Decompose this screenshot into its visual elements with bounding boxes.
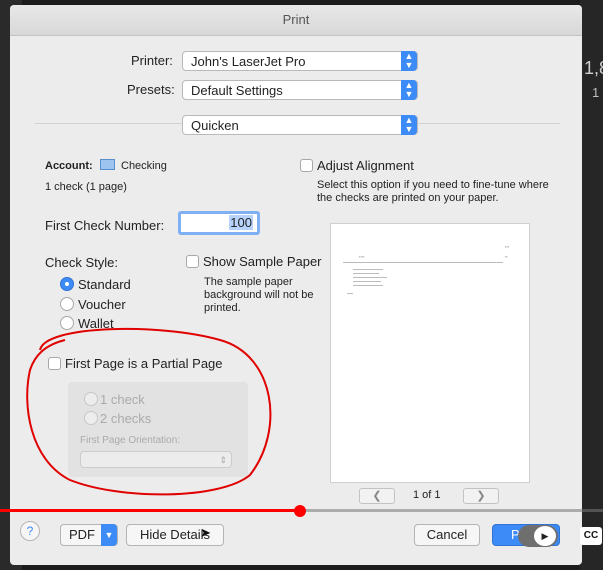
video-progress-fill bbox=[0, 509, 300, 512]
print-dialog: Print Printer: John's LaserJet Pro ▲ ▼ Pr… bbox=[10, 5, 582, 565]
background-text: 1,8 bbox=[584, 58, 603, 78]
annotation-ellipse bbox=[26, 327, 272, 496]
pdf-label: PDF bbox=[69, 527, 95, 542]
captions-button[interactable]: CC bbox=[580, 527, 602, 545]
video-progress-handle[interactable] bbox=[294, 505, 306, 517]
mouse-pointer-icon: ➤ bbox=[200, 525, 211, 540]
play-icon: ▶ bbox=[534, 526, 556, 546]
background-text-2: 1 bbox=[592, 85, 600, 100]
chevron-down-icon: ▼ bbox=[101, 524, 117, 546]
cancel-button[interactable]: Cancel bbox=[414, 524, 480, 546]
pdf-button[interactable]: PDF ▼ bbox=[60, 524, 118, 546]
help-button[interactable]: ? bbox=[20, 521, 40, 541]
